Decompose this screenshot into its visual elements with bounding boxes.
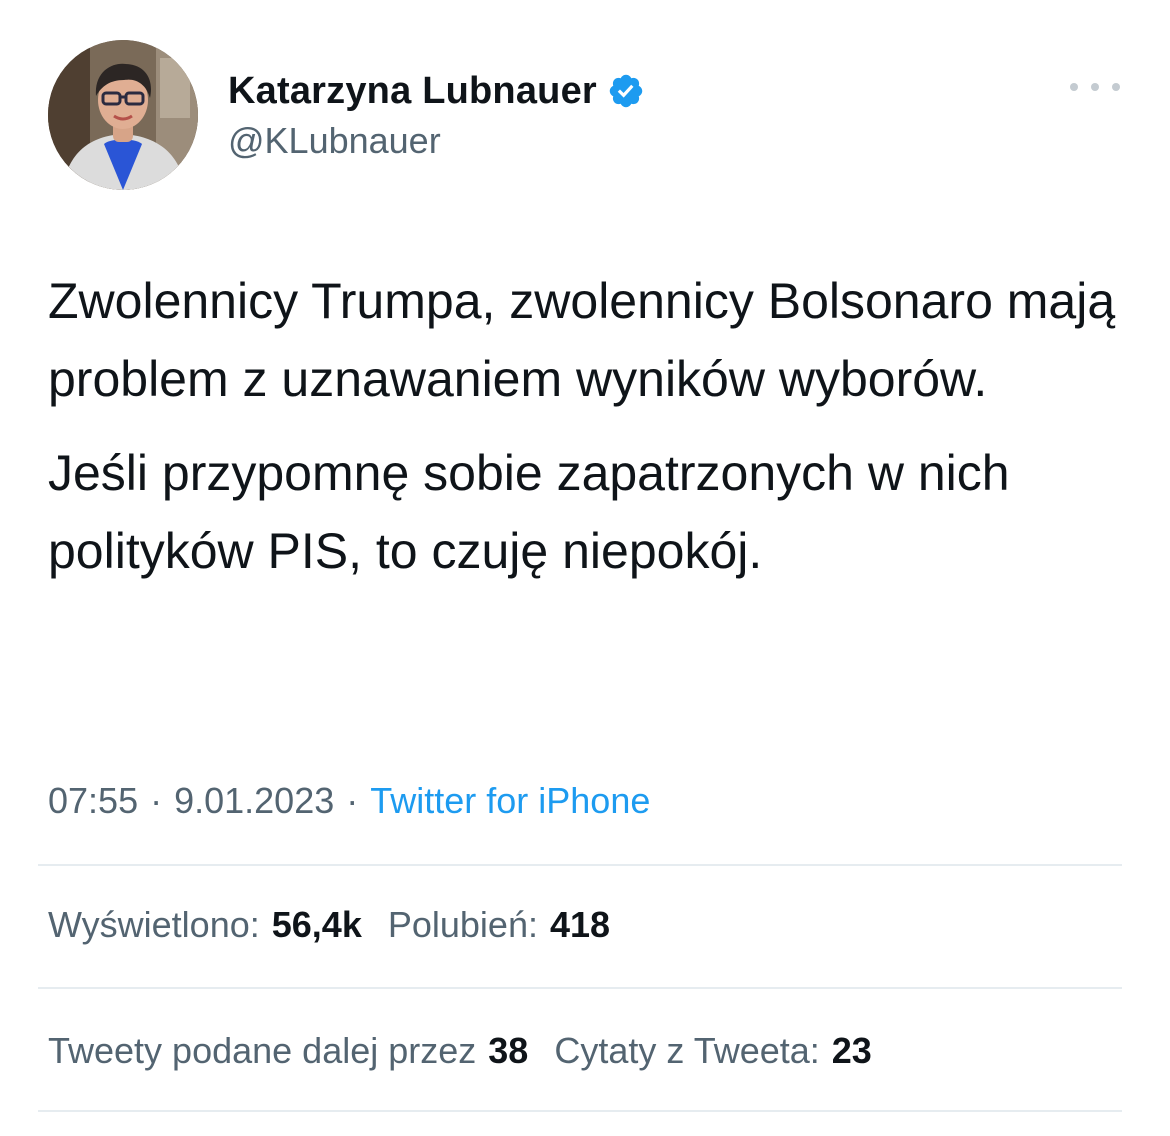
retweets-stat[interactable]: Tweety podane dalej przez 38 bbox=[48, 1030, 528, 1072]
stats-row-retweets-quotes: Tweety podane dalej przez 38 Cytaty z Tw… bbox=[48, 1030, 872, 1072]
tweet-paragraph-2: Jeśli przypomnę sobie zapatrzonych w nic… bbox=[48, 445, 1010, 579]
tweet-source-link[interactable]: Twitter for iPhone bbox=[370, 780, 650, 822]
author-display-name[interactable]: Katarzyna Lubnauer bbox=[228, 70, 597, 113]
meta-separator-2: · bbox=[346, 780, 359, 821]
stats-row-views-likes: Wyświetlono: 56,4k Polubień: 418 bbox=[48, 904, 610, 946]
views-value: 56,4k bbox=[271, 904, 362, 945]
views-stat[interactable]: Wyświetlono: 56,4k bbox=[48, 904, 362, 946]
tweet-paragraph-1: Zwolennicy Trumpa, zwolennicy Bolsonaro … bbox=[48, 273, 1116, 407]
quotes-label: Cytaty z Tweeta: bbox=[554, 1030, 820, 1071]
author-handle[interactable]: @KLubnauer bbox=[228, 120, 441, 162]
more-dot-3 bbox=[1112, 83, 1120, 91]
tweet-text: Zwolennicy Trumpa, zwolennicy Bolsonaro … bbox=[48, 262, 1138, 590]
likes-label: Polubień: bbox=[387, 904, 538, 945]
avatar[interactable] bbox=[48, 40, 198, 190]
profile-photo bbox=[48, 40, 198, 190]
tweet-meta: 07:55 · 9.01.2023 · Twitter for iPhone bbox=[48, 780, 650, 822]
author-name-row[interactable]: Katarzyna Lubnauer bbox=[228, 64, 645, 118]
divider bbox=[38, 1110, 1122, 1112]
retweets-value: 38 bbox=[488, 1030, 529, 1071]
likes-stat[interactable]: Polubień: 418 bbox=[388, 904, 610, 946]
quotes-value: 23 bbox=[831, 1030, 872, 1071]
more-dot-2 bbox=[1091, 83, 1099, 91]
meta-separator-1: · bbox=[150, 780, 163, 821]
verified-badge-icon bbox=[607, 72, 645, 110]
more-dot-1 bbox=[1070, 83, 1078, 91]
retweets-label: Tweety podane dalej przez bbox=[48, 1030, 477, 1071]
more-options-icon[interactable] bbox=[1070, 72, 1120, 102]
tweet-date[interactable]: 9.01.2023 bbox=[174, 780, 334, 822]
tweet-time[interactable]: 07:55 bbox=[48, 780, 138, 822]
divider bbox=[38, 864, 1122, 866]
likes-value: 418 bbox=[549, 904, 611, 945]
divider bbox=[38, 987, 1122, 989]
quotes-stat[interactable]: Cytaty z Tweeta: 23 bbox=[554, 1030, 872, 1072]
views-label: Wyświetlono: bbox=[48, 904, 260, 945]
